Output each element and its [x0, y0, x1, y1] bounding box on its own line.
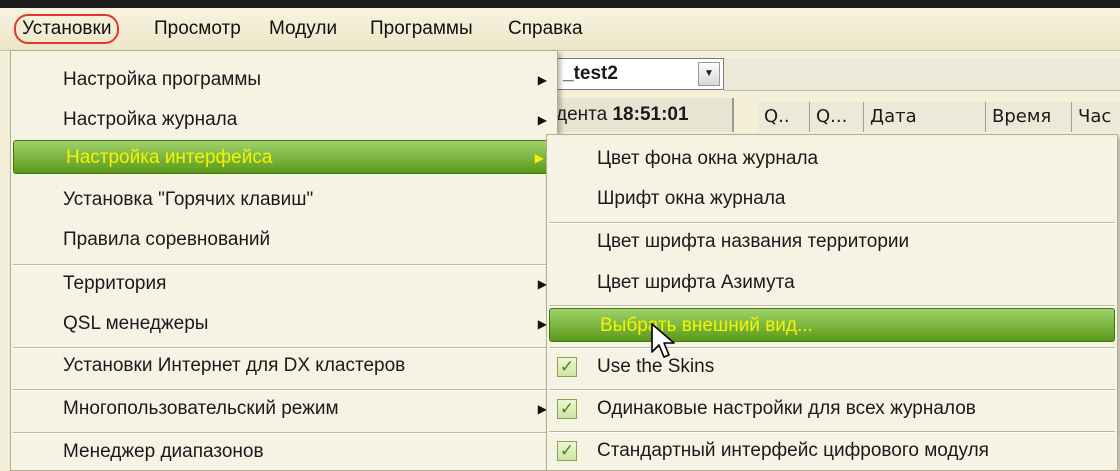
- menu-separator: [549, 305, 1115, 307]
- menu-moduli[interactable]: Модули: [265, 14, 341, 44]
- menu-prosmotr[interactable]: Просмотр: [150, 14, 245, 44]
- menu-separator: [549, 389, 1115, 391]
- menu-item-log-font[interactable]: Шрифт окна журнала: [547, 182, 1117, 216]
- menu-ustanovki[interactable]: Установки: [14, 14, 120, 44]
- menu-item-label: Многопользовательский режим: [63, 398, 339, 419]
- menu-item-azimuth-font-color[interactable]: Цвет шрифта Азимута: [547, 266, 1117, 300]
- menu-item-band-manager[interactable]: Менеджер диапазонов: [11, 435, 557, 469]
- menu-item-use-skins[interactable]: ✓ Use the Skins: [547, 350, 1117, 384]
- menu-programmy[interactable]: Программы: [366, 14, 477, 44]
- menu-separator: [13, 264, 555, 266]
- menu-item-label: Правила соревнований: [63, 229, 271, 250]
- menu-item-label: QSL менеджеры: [63, 313, 209, 334]
- menu-item-hotkeys[interactable]: Установка "Горячих клавиш": [11, 183, 557, 217]
- menu-separator: [549, 431, 1115, 433]
- menu-item-log-settings[interactable]: Настройка журнала ▶: [11, 103, 557, 137]
- column-header-date[interactable]: Дата: [864, 102, 986, 132]
- submenu-arrow-icon: ▶: [537, 113, 547, 127]
- menu-item-program-settings[interactable]: Настройка программы ▶: [11, 63, 557, 97]
- column-header-time[interactable]: Время: [986, 102, 1072, 132]
- menu-spravka[interactable]: Справка: [504, 14, 587, 44]
- menu-item-label: Выбрать внешний вид...: [600, 315, 813, 336]
- menu-item-territory-font-color[interactable]: Цвет шрифта названия территории: [547, 225, 1117, 259]
- menu-item-dx-cluster-internet[interactable]: Установки Интернет для DX кластеров: [11, 349, 557, 383]
- menu-item-label: Настройка интерфейса: [66, 147, 273, 168]
- menu-item-label: Одинаковые настройки для всех журналов: [597, 398, 976, 419]
- menu-item-label: Настройка журнала: [63, 109, 238, 130]
- menu-item-territory[interactable]: Территория ▶: [11, 267, 557, 301]
- column-header-q2[interactable]: Q...: [810, 102, 864, 132]
- submenu-arrow-icon: ▶: [534, 151, 544, 165]
- time-value: 18:51:01: [612, 104, 689, 125]
- mouse-pointer-icon: [651, 323, 675, 358]
- menu-separator: [549, 222, 1115, 224]
- column-header-hour[interactable]: Час: [1072, 102, 1120, 132]
- window-top-border: [0, 0, 1120, 8]
- menu-item-interface-settings[interactable]: Настройка интерфейса ▶: [13, 140, 555, 174]
- checkmark-icon: ✓: [557, 441, 577, 461]
- menu-item-choose-appearance[interactable]: Выбрать внешний вид...: [549, 308, 1115, 342]
- submenu-arrow-icon: ▶: [537, 73, 547, 87]
- menu-item-label: Установки Интернет для DX кластеров: [63, 355, 406, 376]
- menu-item-label: Менеджер диапазонов: [63, 441, 264, 462]
- chevron-down-icon[interactable]: ▼: [698, 62, 720, 86]
- menu-separator: [13, 389, 555, 391]
- menu-separator: [13, 432, 555, 434]
- time-display: дента 18:51:01: [556, 98, 734, 132]
- log-selector-value: _test2: [563, 63, 618, 84]
- checkmark-icon: ✓: [557, 357, 577, 377]
- menu-item-label: Установка "Горячих клавиш": [63, 189, 314, 210]
- menu-item-label: Цвет фона окна журнала: [597, 148, 819, 169]
- checkmark-icon: ✓: [557, 399, 577, 419]
- menu-item-label: Стандартный интерфейс цифрового модуля: [597, 440, 989, 461]
- menu-item-qsl-managers[interactable]: QSL менеджеры ▶: [11, 307, 557, 341]
- log-selector-combo[interactable]: _test2 ▼: [556, 58, 724, 90]
- settings-menu: Настройка программы ▶ Настройка журнала …: [10, 50, 558, 471]
- menu-bar: Установки Просмотр Модули Программы Спра…: [0, 8, 1120, 51]
- time-prefix: дента: [556, 104, 608, 125]
- menu-item-label: Цвет шрифта Азимута: [597, 272, 795, 293]
- menu-item-contest-rules[interactable]: Правила соревнований: [11, 223, 557, 257]
- menu-item-multiuser[interactable]: Многопользовательский режим ▶: [11, 392, 557, 426]
- menu-item-label: Цвет шрифта названия территории: [597, 231, 910, 252]
- column-header-q1[interactable]: Q..: [758, 102, 810, 132]
- interface-settings-submenu: Цвет фона окна журнала Шрифт окна журнал…: [546, 134, 1118, 471]
- menu-item-log-bg-color[interactable]: Цвет фона окна журнала: [547, 142, 1117, 176]
- toolbar-background: [724, 58, 1120, 91]
- menu-item-label: Территория: [63, 273, 167, 294]
- menu-item-label: Настройка программы: [63, 69, 262, 90]
- menu-item-same-settings-all-logs[interactable]: ✓ Одинаковые настройки для всех журналов: [547, 392, 1117, 426]
- menu-separator: [549, 347, 1115, 349]
- menu-item-standard-digital-interface[interactable]: ✓ Стандартный интерфейс цифрового модуля: [547, 434, 1117, 468]
- menu-item-label: Шрифт окна журнала: [597, 188, 786, 209]
